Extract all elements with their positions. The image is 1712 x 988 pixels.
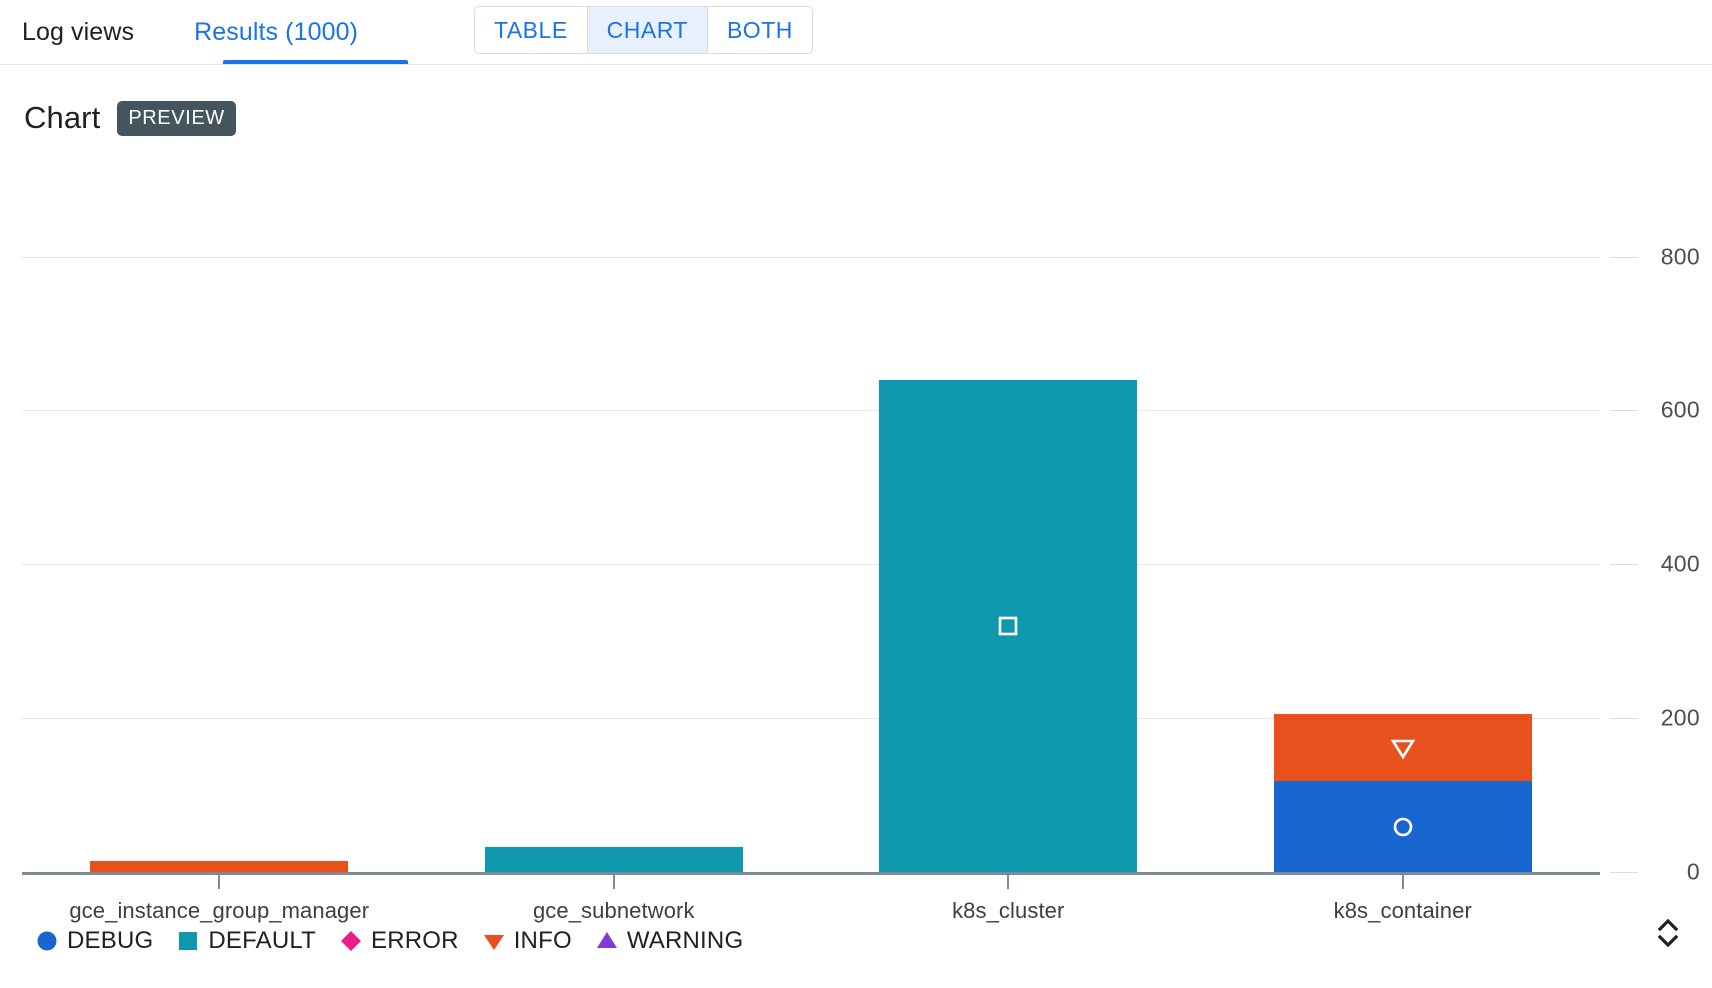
x-axis-tick	[218, 875, 221, 889]
chart-container: 0 200 400 600 800 gce_instance_group_manager g…	[0, 143, 1712, 973]
y-axis-label: 600	[1660, 396, 1700, 423]
view-mode-both[interactable]: BOTH	[706, 7, 812, 53]
legend-item-info[interactable]: INFO	[483, 927, 572, 955]
y-axis-tick	[1610, 718, 1638, 720]
tab-log-views-label: Log views	[22, 17, 135, 46]
tab-results-label: Results (1000)	[194, 17, 359, 46]
legend-label: WARNING	[626, 927, 744, 954]
view-mode-chart[interactable]: CHART	[586, 7, 707, 53]
x-axis-label: gce_subnetwork	[532, 898, 695, 923]
y-axis-label: 200	[1660, 704, 1700, 731]
legend-item-error[interactable]: ERROR	[340, 927, 459, 955]
chart-gridline	[22, 410, 1600, 412]
y-axis-tick	[1610, 872, 1638, 873]
chart-bar-segment[interactable]	[1273, 713, 1532, 782]
chart-legend: DEBUG DEFAULT ERROR INFO WARNING	[36, 927, 743, 955]
chart-plot-area[interactable]: 0 200 400 600 800 gce_instance_group_manager g…	[22, 143, 1700, 973]
legend-item-debug[interactable]: DEBUG	[36, 927, 153, 955]
y-axis-tick	[1610, 410, 1638, 412]
y-axis-label: 800	[1660, 243, 1700, 270]
chart-gridline	[22, 256, 1600, 258]
legend-swatch-triangle-down-icon	[483, 930, 505, 952]
preview-badge: PREVIEW	[117, 100, 236, 136]
legend-swatch-diamond-icon	[340, 930, 362, 952]
view-mode-table[interactable]: TABLE	[475, 7, 587, 53]
legend-swatch-circle-icon	[36, 930, 58, 952]
legend-label: INFO	[513, 927, 572, 954]
x-axis-label: gce_instance_group_manager	[69, 898, 370, 923]
tab-bar: Log views Results (1000) TABLE CHART BOT…	[0, 0, 1712, 65]
legend-label: DEFAULT	[208, 927, 317, 954]
legend-swatch-triangle-up-icon	[596, 930, 618, 952]
active-tab-indicator	[223, 60, 408, 64]
tab-log-views[interactable]: Log views	[0, 0, 134, 64]
x-axis-line	[22, 872, 1600, 875]
chart-bar-segment[interactable]	[879, 379, 1138, 872]
y-axis-label: 0	[1686, 858, 1700, 885]
series-marker-square-icon	[998, 616, 1018, 636]
y-axis-tick	[1610, 256, 1638, 258]
x-axis-tick	[1007, 875, 1010, 889]
page-title: Chart	[24, 100, 101, 135]
chart-bar-segment[interactable]	[90, 861, 349, 872]
chart-bar-segment[interactable]	[484, 846, 743, 872]
tab-results[interactable]: Results (1000)	[134, 0, 358, 64]
series-marker-triangle-down-icon	[1390, 740, 1416, 760]
chart-header: Chart PREVIEW	[0, 65, 1712, 143]
legend-swatch-square-icon	[177, 930, 199, 952]
expand-collapse-icon[interactable]	[1648, 911, 1688, 955]
chart-bar-segment[interactable]	[1273, 781, 1532, 872]
legend-label: DEBUG	[67, 927, 154, 954]
legend-label: ERROR	[371, 927, 459, 954]
legend-item-warning[interactable]: WARNING	[596, 927, 744, 955]
x-axis-tick	[1401, 875, 1404, 889]
x-axis-label: k8s_container	[1333, 898, 1472, 923]
legend-item-default[interactable]: DEFAULT	[177, 927, 316, 955]
view-mode-toggle: TABLE CHART BOTH	[474, 6, 813, 54]
x-axis-label: k8s_cluster	[952, 898, 1065, 923]
x-axis-tick	[612, 875, 615, 889]
chart-gridline	[22, 564, 1600, 566]
y-axis-label: 400	[1660, 550, 1700, 577]
y-axis-tick	[1610, 564, 1638, 566]
series-marker-circle-icon	[1393, 817, 1413, 836]
